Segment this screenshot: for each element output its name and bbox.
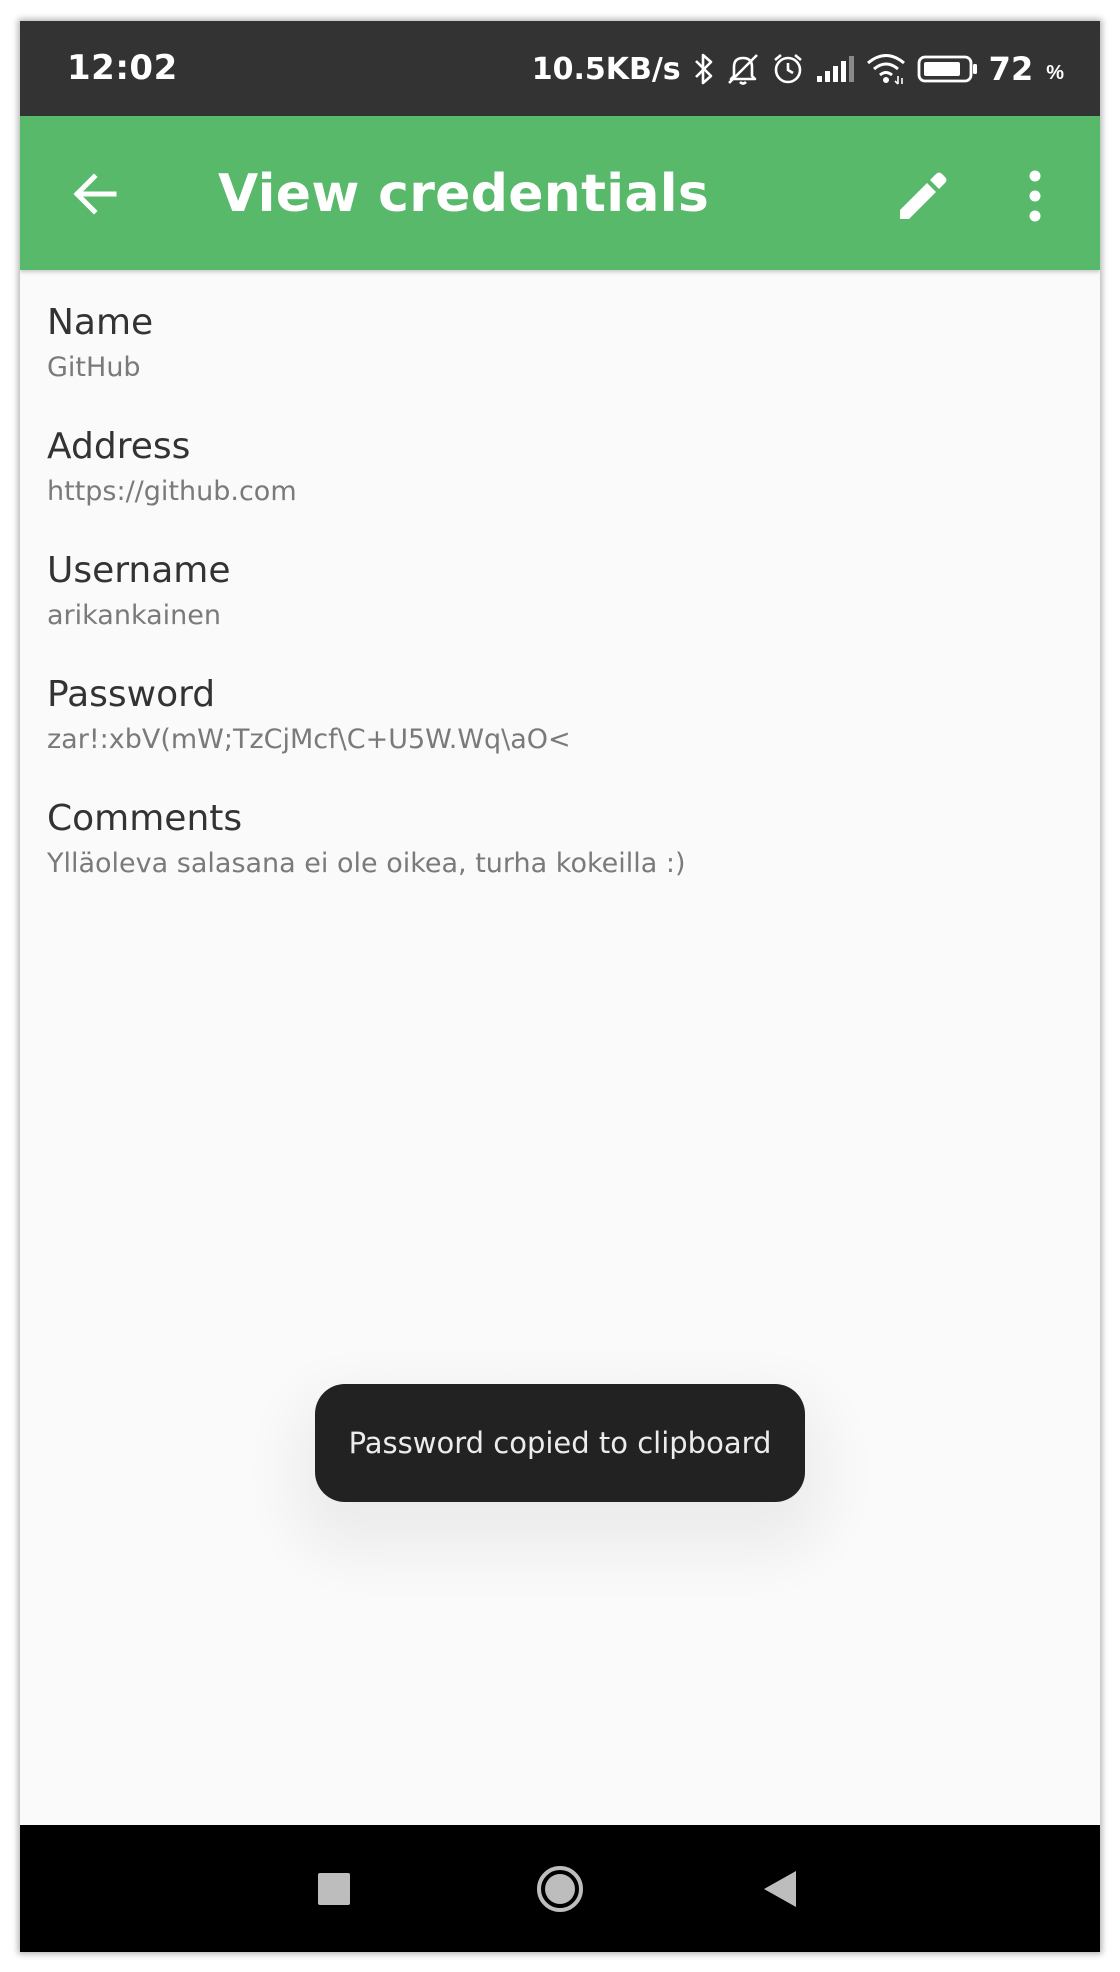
battery-unit: % xyxy=(1046,62,1064,84)
signal-icon xyxy=(815,54,855,84)
wifi-icon xyxy=(865,52,907,86)
field-label: Password xyxy=(47,674,216,715)
field-comments[interactable]: Comments Ylläoleva salasana ei ole oikea… xyxy=(47,797,1067,921)
edit-pencil-icon[interactable] xyxy=(892,166,952,226)
field-label: Name xyxy=(47,302,154,343)
field-value: arikankainen xyxy=(47,600,222,631)
field-value: https://github.com xyxy=(47,476,297,507)
page-title: View credentials xyxy=(218,164,710,224)
network-speed: 10.5KB/s xyxy=(531,51,681,87)
app-bar: View credentials xyxy=(20,116,1100,270)
credentials-list: Name GitHub Address https://github.com U… xyxy=(47,301,1067,921)
status-bar: 12:02 10.5KB/s 72 % xyxy=(20,21,1100,116)
alarm-icon xyxy=(771,52,805,86)
field-name[interactable]: Name GitHub xyxy=(47,301,1067,425)
field-password[interactable]: Password zar!:xbV(mW;TzCjMcf\C+U5W.Wq\aO… xyxy=(47,673,1067,797)
field-value: GitHub xyxy=(47,352,141,383)
field-label: Username xyxy=(47,550,231,591)
field-username[interactable]: Username arikankainen xyxy=(47,549,1067,673)
back-arrow-icon[interactable] xyxy=(68,166,124,222)
system-nav-bar xyxy=(20,1825,1100,1952)
field-label: Address xyxy=(47,426,191,467)
home-circle-icon[interactable] xyxy=(535,1864,585,1914)
phone-screen: 12:02 10.5KB/s 72 % View credentials Nam… xyxy=(20,21,1100,1952)
battery-icon xyxy=(917,54,979,84)
back-triangle-icon[interactable] xyxy=(762,1869,798,1909)
battery-level: 72 xyxy=(988,50,1034,88)
bluetooth-icon xyxy=(693,52,715,86)
field-value: zar!:xbV(mW;TzCjMcf\C+U5W.Wq\aO< xyxy=(47,724,571,755)
field-label: Comments xyxy=(47,798,243,839)
more-vert-icon[interactable] xyxy=(1020,166,1050,226)
status-indicators: 10.5KB/s 72 % xyxy=(532,47,1064,91)
field-value: Ylläoleva salasana ei ole oikea, turha k… xyxy=(47,848,686,879)
field-address[interactable]: Address https://github.com xyxy=(47,425,1067,549)
recents-square-icon[interactable] xyxy=(318,1873,350,1905)
status-time: 12:02 xyxy=(67,48,178,88)
mute-icon xyxy=(725,52,761,86)
toast-message: Password copied to clipboard xyxy=(315,1384,805,1502)
